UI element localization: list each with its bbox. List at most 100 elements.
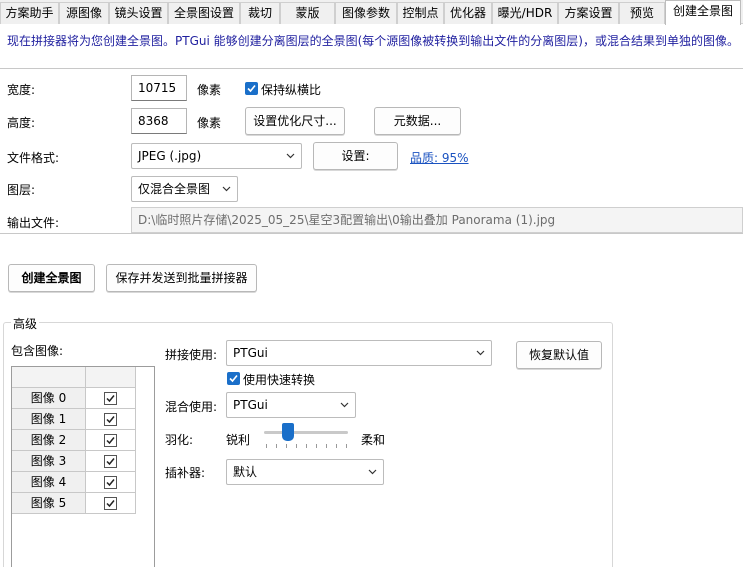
advanced-group-title: 高级: [11, 315, 40, 332]
slider-tick: [306, 444, 307, 448]
optimize-size-button[interactable]: 设置优化尺寸...: [245, 107, 345, 135]
slider-tick: [346, 444, 347, 448]
metadata-button[interactable]: 元数据...: [374, 107, 461, 135]
info-text: 现在拼接器将为您创建全景图。PTGui 能够创建分离图层的全景图(每个源图像被转…: [7, 34, 739, 48]
checkbox-box[interactable]: [104, 392, 117, 405]
fast-transform-checkbox[interactable]: [227, 372, 240, 385]
output-label: 输出文件:: [7, 216, 60, 230]
image-row-name[interactable]: 图像 0: [12, 388, 86, 409]
divider: [0, 68, 743, 69]
stitcher-value: PTGui: [233, 346, 268, 360]
checkmark-icon: [247, 84, 256, 93]
blender-label: 混合使用:: [165, 400, 218, 414]
feather-smooth-label: 柔和: [361, 433, 386, 447]
tab-panorama-settings[interactable]: 全景图设置: [168, 2, 240, 24]
format-settings-button[interactable]: 设置:: [313, 142, 398, 170]
stitcher-select[interactable]: PTGui: [226, 340, 492, 366]
tab-lens-settings[interactable]: 镜头设置: [109, 2, 168, 24]
format-value: JPEG (.jpg): [138, 149, 202, 163]
checkmark-icon: [229, 374, 238, 383]
height-unit: 像素: [197, 116, 222, 130]
height-input[interactable]: 8368: [131, 108, 187, 134]
image-include-checkbox[interactable]: [86, 388, 136, 409]
format-select[interactable]: JPEG (.jpg): [131, 143, 302, 169]
tab-source-images[interactable]: 源图像: [59, 2, 109, 24]
include-images-label: 包含图像:: [11, 344, 64, 358]
checkbox-box[interactable]: [104, 497, 117, 510]
width-label: 宽度:: [7, 83, 36, 97]
image-include-checkbox[interactable]: [86, 409, 136, 430]
feather-slider-track[interactable]: [264, 431, 348, 434]
checkmark-icon: [106, 395, 115, 403]
tab-project-assistant[interactable]: 方案助手: [0, 2, 59, 24]
slider-tick: [326, 444, 327, 448]
chevron-down-icon: [368, 469, 377, 475]
checkmark-icon: [106, 458, 115, 466]
checkbox-box[interactable]: [104, 413, 117, 426]
tab-project-settings[interactable]: 方案设置: [558, 2, 619, 24]
format-label: 文件格式:: [7, 151, 60, 165]
chevron-down-icon: [222, 186, 231, 192]
width-input[interactable]: 10715: [131, 75, 187, 101]
image-row-name[interactable]: 图像 3: [12, 451, 86, 472]
layers-value: 仅混合全景图: [138, 182, 211, 196]
chevron-down-icon: [476, 350, 485, 356]
output-path-field[interactable]: D:\临时照片存储\2025_05_25\星空3配置输出\0输出叠加 Panor…: [131, 207, 743, 233]
checkmark-icon: [106, 500, 115, 508]
layers-select[interactable]: 仅混合全景图: [131, 176, 238, 202]
blender-select[interactable]: PTGui: [226, 392, 356, 418]
tab-image-parameters[interactable]: 图像参数: [335, 2, 397, 24]
width-unit: 像素: [197, 83, 222, 97]
chevron-down-icon: [286, 153, 295, 159]
tab-control-points[interactable]: 控制点: [397, 2, 444, 24]
tab-bar: 方案助手 源图像 镜头设置 全景图设置 裁切 蒙版 图像参数 控制点 优化器 曝…: [0, 0, 743, 25]
slider-tick: [296, 444, 297, 448]
keep-ratio-label[interactable]: 保持纵横比: [261, 81, 321, 98]
chevron-down-icon: [340, 402, 349, 408]
image-row-name[interactable]: 图像 4: [12, 472, 86, 493]
checkbox-box[interactable]: [104, 476, 117, 489]
image-row-name[interactable]: 图像 1: [12, 409, 86, 430]
create-panorama-button[interactable]: 创建全景图: [8, 264, 95, 292]
image-include-checkbox[interactable]: [86, 472, 136, 493]
tab-create-panorama[interactable]: 创建全景图: [665, 0, 741, 25]
slider-tick: [316, 444, 317, 448]
slider-tick: [286, 444, 287, 448]
stitcher-label: 拼接使用:: [165, 348, 218, 362]
quality-link[interactable]: 品质: 95%: [410, 149, 469, 166]
feather-sharp-label: 锐利: [226, 433, 251, 447]
tab-exposure-hdr[interactable]: 曝光/HDR: [492, 2, 558, 24]
checkmark-icon: [106, 416, 115, 424]
interpolator-value: 默认: [233, 465, 258, 479]
checkmark-icon: [106, 479, 115, 487]
image-row-name[interactable]: 图像 2: [12, 430, 86, 451]
fast-transform-label[interactable]: 使用快速转换: [243, 371, 315, 388]
tab-mask[interactable]: 蒙版: [280, 2, 335, 24]
feather-slider-thumb[interactable]: [282, 423, 294, 441]
tab-optimizer[interactable]: 优化器: [444, 2, 492, 24]
tab-crop[interactable]: 裁切: [240, 2, 280, 24]
feather-label: 羽化:: [165, 433, 194, 447]
checkbox-box[interactable]: [104, 434, 117, 447]
image-list[interactable]: 图像 0 图像 1 图像 2 图像 3 图像 4 图像 5: [11, 366, 155, 567]
slider-tick: [336, 444, 337, 448]
column-header: [12, 367, 86, 388]
divider: [0, 233, 743, 234]
image-include-checkbox[interactable]: [86, 493, 136, 514]
image-include-checkbox[interactable]: [86, 430, 136, 451]
interpolator-label: 插补器:: [165, 466, 206, 480]
column-header: [86, 367, 136, 388]
tab-preview[interactable]: 预览: [619, 2, 665, 24]
keep-ratio-checkbox[interactable]: [245, 82, 258, 95]
image-include-checkbox[interactable]: [86, 451, 136, 472]
image-row-name[interactable]: 图像 5: [12, 493, 86, 514]
save-and-send-batch-button[interactable]: 保存并发送到批量拼接器: [106, 264, 257, 292]
slider-tick: [276, 444, 277, 448]
checkbox-box[interactable]: [104, 455, 117, 468]
interpolator-select[interactable]: 默认: [226, 459, 384, 485]
layers-label: 图层:: [7, 183, 36, 197]
height-label: 高度:: [7, 116, 36, 130]
slider-tick: [266, 444, 267, 448]
checkmark-icon: [106, 437, 115, 445]
restore-defaults-button[interactable]: 恢复默认值: [516, 341, 602, 369]
